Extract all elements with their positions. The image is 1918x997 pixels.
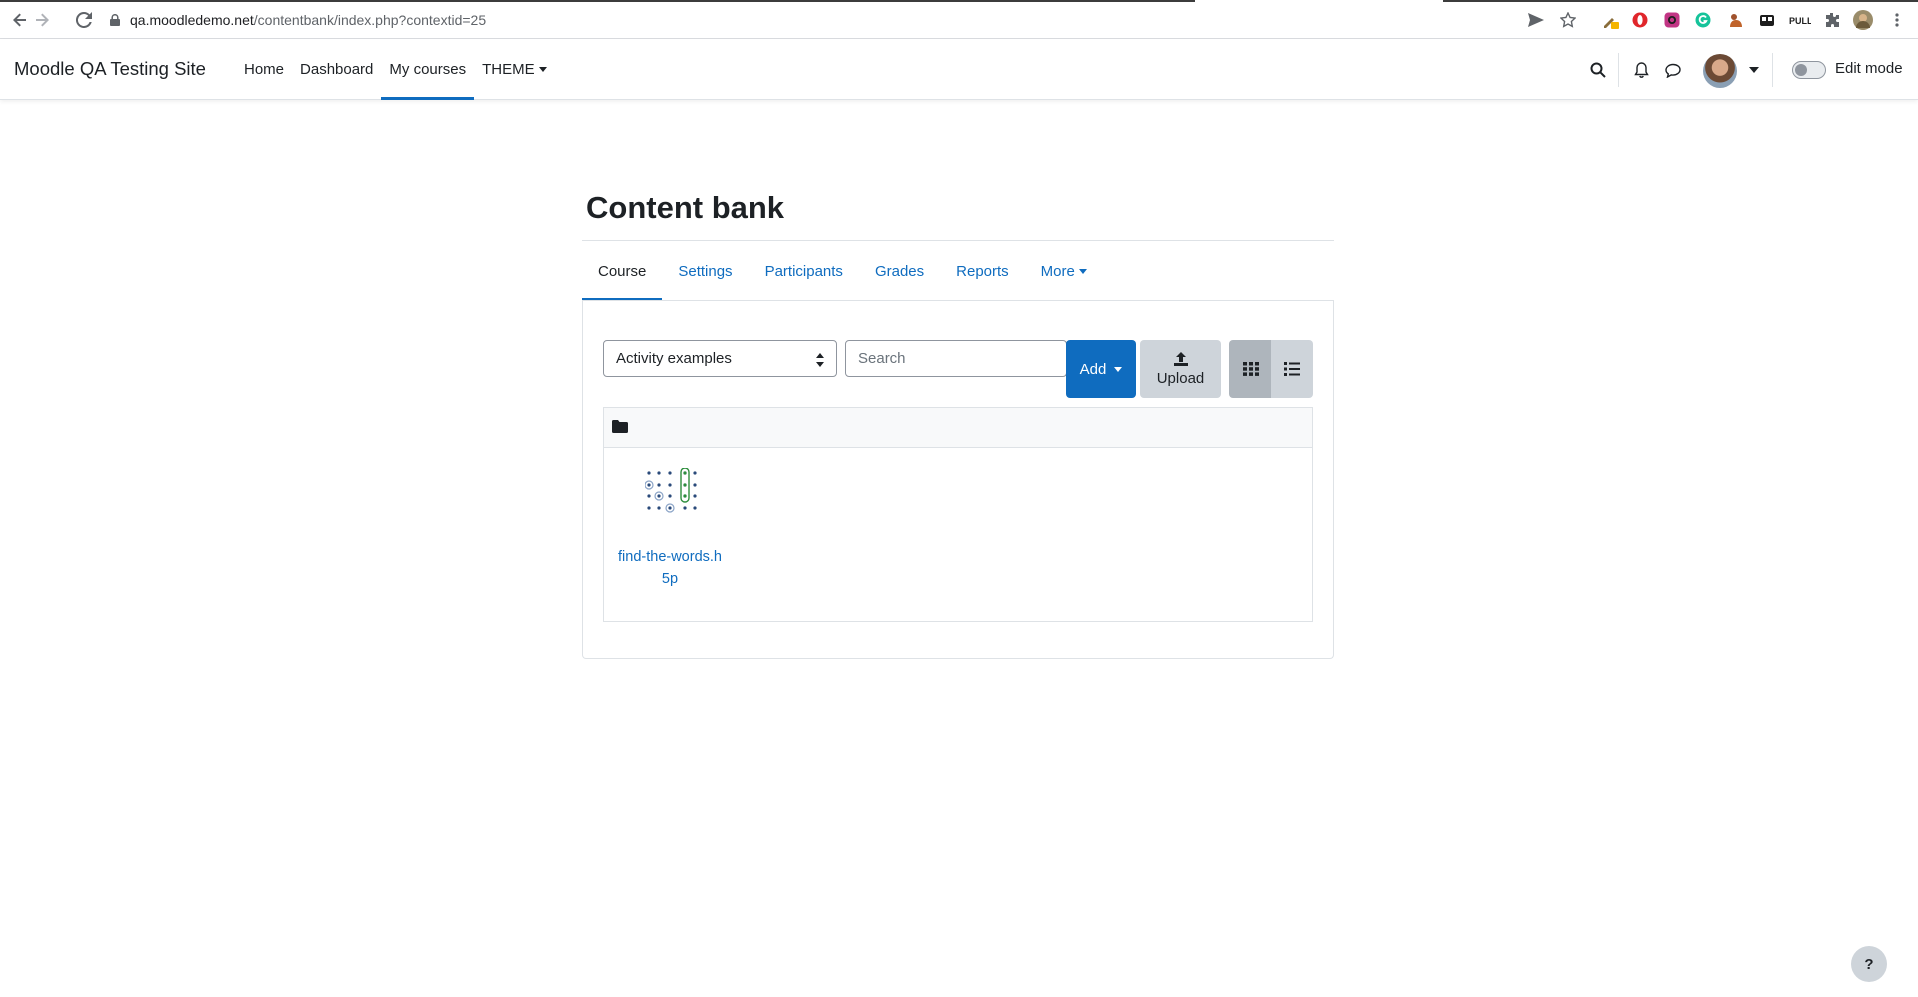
svg-text:PULL: PULL <box>1789 16 1811 25</box>
tab-grades[interactable]: Grades <box>859 241 940 301</box>
nav-theme-label: THEME <box>482 61 535 78</box>
active-tab-gap <box>1195 0 1443 2</box>
address-bar[interactable]: qa.moodledemo.net/contentbank/index.php?… <box>110 8 1510 32</box>
tab-more-dropdown[interactable]: More <box>1025 241 1103 301</box>
nav-home[interactable]: Home <box>236 39 292 100</box>
bookmark-star-icon[interactable] <box>1558 10 1578 30</box>
content-item-name[interactable]: find-the-words.h5p <box>616 546 724 590</box>
upload-icon <box>1173 351 1188 366</box>
lock-icon <box>110 14 120 26</box>
tampermonkey-extension-icon[interactable] <box>1726 10 1746 30</box>
chevron-down-icon <box>538 67 547 72</box>
pull-extension-icon[interactable]: PULL <box>1788 10 1812 30</box>
edit-mode-toggle[interactable] <box>1792 61 1826 79</box>
browser-toolbar: qa.moodledemo.net/contentbank/index.php?… <box>0 0 1918 39</box>
extensions-puzzle-icon[interactable] <box>1822 10 1842 30</box>
upload-button-label: Upload <box>1156 369 1205 387</box>
primary-navigation: Home Dashboard My courses THEME <box>236 39 555 100</box>
list-view-button[interactable] <box>1271 340 1313 398</box>
nav-theme-dropdown[interactable]: THEME <box>474 39 555 100</box>
page-title: Content bank <box>586 190 785 225</box>
instagram-extension-icon[interactable] <box>1662 10 1682 30</box>
toggle-knob <box>1795 64 1807 76</box>
dark-mode-extension-icon[interactable] <box>1757 10 1777 30</box>
add-button[interactable]: Add <box>1066 340 1136 398</box>
site-name[interactable]: Moodle QA Testing Site <box>14 58 206 80</box>
color-picker-extension-icon[interactable] <box>1600 10 1620 30</box>
tab-strip-edge <box>0 0 1918 2</box>
tab-participants[interactable]: Participants <box>749 241 859 301</box>
url-text: qa.moodledemo.net/contentbank/index.php?… <box>130 12 486 28</box>
grammarly-extension-icon[interactable] <box>1693 10 1713 30</box>
notifications-bell-icon[interactable] <box>1630 59 1652 81</box>
chevron-down-icon <box>1114 366 1123 372</box>
secondary-navigation: Course Settings Participants Grades Repo… <box>582 241 1103 301</box>
context-select-value: Activity examples <box>616 350 732 367</box>
reload-icon[interactable] <box>73 9 95 31</box>
grid-view-icon <box>1242 362 1259 376</box>
folder-breadcrumb <box>604 408 1312 448</box>
tab-more-label: More <box>1040 262 1075 280</box>
url-path: /contentbank/index.php?contextid=25 <box>253 12 487 28</box>
select-arrows-icon <box>816 353 824 367</box>
messages-chat-icon[interactable] <box>1662 59 1684 81</box>
upload-button[interactable]: Upload <box>1140 340 1221 398</box>
help-button[interactable]: ? <box>1851 946 1887 982</box>
tab-course[interactable]: Course <box>582 241 663 301</box>
search-input[interactable] <box>845 340 1067 377</box>
user-avatar[interactable] <box>1703 54 1737 88</box>
list-view-icon <box>1284 362 1300 376</box>
tab-settings[interactable]: Settings <box>662 241 748 301</box>
content-files-area: find-the-words.h5p <box>603 407 1313 622</box>
send-tab-icon[interactable] <box>1526 10 1546 30</box>
folder-icon[interactable] <box>612 420 628 433</box>
search-icon[interactable] <box>1587 59 1609 81</box>
back-arrow-icon[interactable] <box>9 9 31 31</box>
browser-menu-icon[interactable] <box>1887 10 1907 30</box>
nav-my-courses[interactable]: My courses <box>381 39 474 100</box>
profile-avatar-icon[interactable] <box>1853 10 1873 30</box>
site-navbar: Moodle QA Testing Site Home Dashboard My… <box>0 39 1918 100</box>
content-item[interactable]: find-the-words.h5p <box>616 468 724 587</box>
tab-reports[interactable]: Reports <box>940 241 1025 301</box>
nav-dashboard[interactable]: Dashboard <box>292 39 381 100</box>
navbar-divider <box>1772 53 1773 87</box>
h5p-find-the-words-icon <box>645 468 697 513</box>
context-select[interactable]: Activity examples <box>603 340 837 377</box>
edit-mode-label: Edit mode <box>1835 60 1903 77</box>
url-host: qa.moodledemo.net <box>130 12 254 28</box>
chevron-down-icon <box>1078 268 1087 274</box>
forward-arrow-icon[interactable] <box>31 9 53 31</box>
opera-extension-icon[interactable] <box>1630 10 1650 30</box>
grid-view-button[interactable] <box>1229 340 1272 398</box>
user-menu-chevron-down-icon[interactable] <box>1741 59 1763 81</box>
navbar-divider <box>1618 53 1619 87</box>
add-button-label: Add <box>1079 360 1107 378</box>
